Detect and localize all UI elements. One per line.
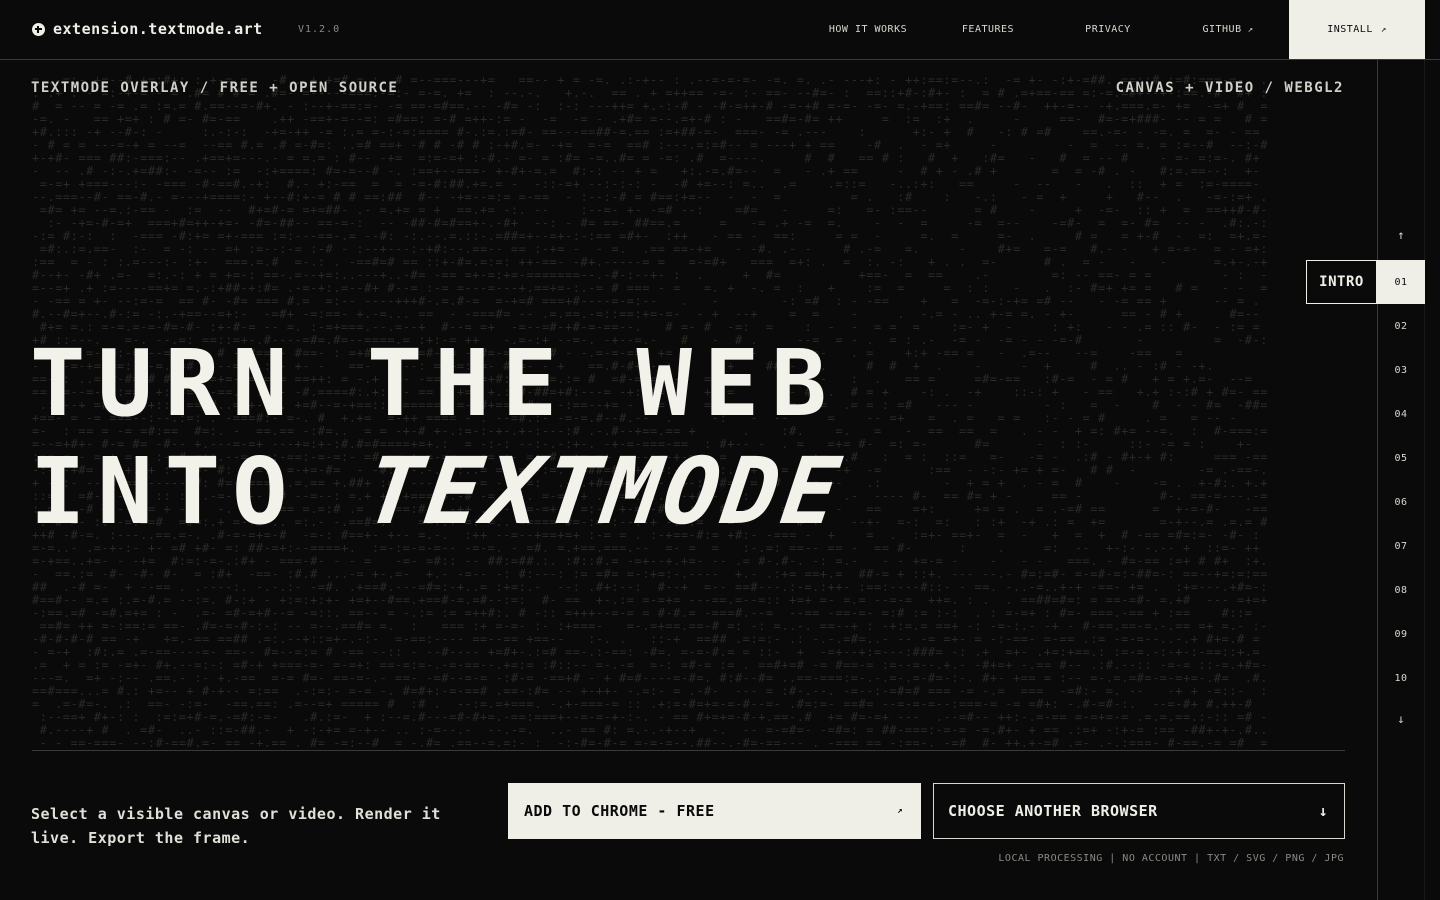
add-to-chrome-button[interactable]: ADD TO CHROME - FREE ↗ bbox=[508, 783, 921, 839]
headline-accent: TEXTMODE bbox=[359, 438, 850, 545]
arrow-down-icon[interactable]: ↓ bbox=[1377, 712, 1425, 726]
brand-logo[interactable]: extension.textmode.art bbox=[32, 20, 263, 38]
nav-github-label: GITHUB bbox=[1202, 24, 1242, 35]
choose-browser-label: CHOOSE ANOTHER BROWSER bbox=[948, 802, 1158, 820]
hero-divider bbox=[32, 750, 1345, 751]
add-to-chrome-label: ADD TO CHROME - FREE bbox=[524, 802, 715, 820]
hero-tag-left: TEXTMODE OVERLAY / FREE + OPEN SOURCE bbox=[31, 80, 399, 96]
rail-item-03[interactable]: 03 bbox=[1377, 348, 1425, 392]
rail-item-10[interactable]: 10 bbox=[1377, 656, 1425, 700]
nav-features[interactable]: FEATURES bbox=[928, 0, 1048, 59]
rail-item-02[interactable]: 02 bbox=[1377, 304, 1425, 348]
rail-item-09[interactable]: 09 bbox=[1377, 612, 1425, 656]
hero-description: Select a visible canvas or video. Render… bbox=[31, 805, 441, 847]
headline-prefix: INTO bbox=[30, 438, 367, 545]
nav-features-label: FEATURES bbox=[961, 24, 1015, 35]
section-tooltip: INTRO bbox=[1306, 260, 1377, 304]
headline-line-2: INTO TEXTMODE bbox=[30, 438, 850, 546]
nav-how-it-works[interactable]: HOW IT WORKS bbox=[808, 0, 928, 59]
rail-item-07[interactable]: 07 bbox=[1377, 524, 1425, 568]
arrow-up-icon[interactable]: ↑ bbox=[1377, 228, 1425, 242]
feature-meta-line: LOCAL PROCESSING | NO ACCOUNT | TXT / SV… bbox=[998, 853, 1344, 864]
headline-line-1: TURN THE WEB bbox=[30, 330, 839, 437]
nav-privacy[interactable]: PRIVACY bbox=[1048, 0, 1168, 59]
rail-item-04[interactable]: 04 bbox=[1377, 392, 1425, 436]
external-link-icon: ↗ bbox=[1247, 24, 1254, 35]
brand-icon bbox=[32, 22, 45, 36]
choose-browser-button[interactable]: CHOOSE ANOTHER BROWSER ↓ bbox=[933, 783, 1345, 839]
hero-tag-right: CANVAS + VIDEO / WEBGL2 bbox=[1115, 80, 1344, 96]
brand-name: extension.textmode.art bbox=[53, 20, 263, 38]
install-button-label: INSTALL bbox=[1327, 24, 1373, 35]
arrow-down-icon: ↓ bbox=[1318, 802, 1328, 820]
nav-how-it-works-label: HOW IT WORKS bbox=[828, 24, 908, 35]
install-button[interactable]: INSTALL ↗ bbox=[1289, 0, 1425, 59]
rail-item-05[interactable]: 05 bbox=[1377, 436, 1425, 480]
version-label: V1.2.0 bbox=[298, 24, 341, 35]
nav-github[interactable]: GITHUB ↗ bbox=[1168, 0, 1288, 59]
top-navigation-bar: extension.textmode.art V1.2.0 HOW IT WOR… bbox=[0, 0, 1440, 60]
hero-headline: TURN THE WEB INTO TEXTMODE bbox=[30, 330, 850, 546]
external-link-icon: ↗ bbox=[897, 806, 903, 816]
rail-item-01[interactable]: 01 bbox=[1377, 260, 1425, 304]
rail-item-06[interactable]: 06 bbox=[1377, 480, 1425, 524]
external-link-icon: ↗ bbox=[1380, 24, 1387, 35]
rail-item-08[interactable]: 08 bbox=[1377, 568, 1425, 612]
nav-privacy-label: PRIVACY bbox=[1085, 24, 1131, 35]
